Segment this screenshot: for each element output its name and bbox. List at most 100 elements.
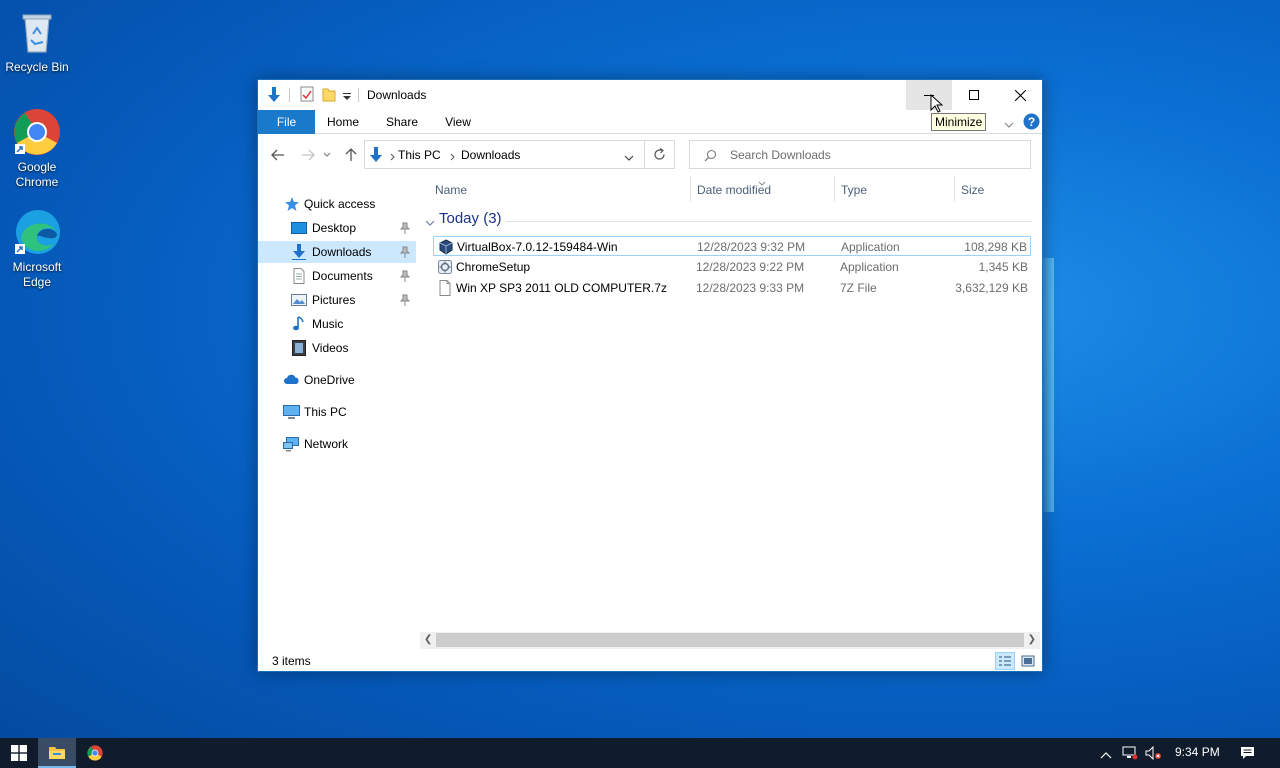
nav-item-documents[interactable]: Documents — [258, 265, 416, 287]
group-header-today[interactable]: Today (3) — [439, 210, 502, 227]
nav-label: Pictures — [312, 293, 356, 307]
file-row-virtualbox[interactable]: VirtualBox-7.0.12-159484-Win 12/28/2023 … — [433, 236, 1031, 256]
column-header-date-modified[interactable]: Date modified — [691, 176, 834, 202]
horizontal-scrollbar[interactable]: ❮ ❯ — [420, 632, 1040, 649]
group-divider — [506, 221, 1032, 222]
new-folder-icon[interactable] — [322, 86, 336, 105]
scroll-left-icon[interactable]: ❮ — [424, 634, 432, 645]
column-header-size[interactable]: Size — [955, 176, 1032, 202]
desktop-folder-icon — [291, 220, 307, 236]
close-button[interactable] — [997, 80, 1043, 110]
desktop-icon-label: Microsoft Edge — [12, 260, 62, 289]
volume-muted-icon[interactable] — [1145, 745, 1163, 763]
videos-icon — [291, 340, 307, 356]
nav-label: Downloads — [312, 245, 372, 259]
status-bar: 3 items — [258, 651, 1042, 672]
file-icon — [437, 280, 453, 296]
refresh-button[interactable] — [645, 140, 675, 169]
windows-logo-icon — [11, 745, 27, 761]
file-size: 1,345 KB — [978, 260, 1028, 274]
file-name: ChromeSetup — [456, 260, 531, 274]
file-row-winxp-7z[interactable]: Win XP SP3 2011 OLD COMPUTER.7z 12/28/20… — [433, 278, 1031, 298]
desktop-icon-microsoft-edge[interactable]: Microsoft Edge — [0, 208, 74, 290]
breadcrumb-this-pc[interactable]: This PC — [398, 148, 441, 162]
nav-label: OneDrive — [304, 373, 355, 387]
nav-label: Documents — [312, 269, 373, 283]
setup-icon — [437, 259, 453, 275]
desktop-icon-label: Google Chrome — [15, 160, 59, 189]
tab-home[interactable]: Home — [321, 110, 365, 134]
nav-label: Desktop — [312, 221, 357, 235]
tab-share[interactable]: Share — [380, 110, 424, 134]
nav-item-network[interactable]: Network — [258, 433, 416, 455]
file-name: Win XP SP3 2011 OLD COMPUTER.7z — [456, 281, 667, 295]
file-type: Application — [841, 240, 900, 254]
desktop-icon-recycle-bin[interactable]: Recycle Bin — [0, 8, 74, 75]
file-explorer-icon — [49, 746, 65, 759]
nav-item-quick-access[interactable]: Quick access — [258, 193, 416, 215]
address-dropdown-icon[interactable] — [624, 151, 634, 165]
back-button[interactable] — [268, 146, 288, 164]
minimize-tooltip: Minimize — [931, 113, 987, 131]
expand-ribbon-icon[interactable] — [1004, 118, 1014, 132]
column-header-type[interactable]: Type — [835, 176, 954, 202]
file-type: Application — [840, 260, 899, 274]
minimize-button[interactable] — [906, 80, 952, 110]
help-icon[interactable]: ? — [1023, 113, 1040, 133]
documents-icon — [291, 268, 307, 284]
file-size: 3,632,129 KB — [955, 281, 1028, 295]
column-header-label: Date modified — [697, 183, 772, 197]
nav-item-downloads[interactable]: Downloads — [258, 241, 416, 263]
nav-label: This PC — [304, 405, 347, 419]
ribbon-tabs: File Home Share View ? — [258, 110, 1042, 134]
tab-view[interactable]: View — [438, 110, 478, 134]
nav-label: Quick access — [304, 197, 376, 211]
tab-file[interactable]: File — [258, 110, 315, 134]
download-arrow-icon — [291, 244, 307, 260]
nav-item-videos[interactable]: Videos — [258, 337, 416, 359]
pictures-icon — [291, 292, 307, 308]
downloads-arrow-icon — [266, 86, 282, 107]
nav-item-pictures[interactable]: Pictures — [258, 289, 416, 311]
large-icons-view-button[interactable] — [1018, 652, 1038, 670]
maximize-button[interactable] — [951, 80, 997, 110]
computer-icon — [283, 404, 300, 420]
star-icon — [284, 196, 300, 212]
start-button[interactable] — [0, 738, 38, 768]
clock-time[interactable]: 9:34 PM — [1175, 745, 1220, 759]
column-header-label: Type — [841, 183, 868, 197]
nav-item-onedrive[interactable]: OneDrive — [258, 369, 416, 391]
desktop-icon-google-chrome[interactable]: Google Chrome — [0, 108, 74, 190]
properties-icon[interactable] — [300, 86, 314, 105]
search-box[interactable]: Search Downloads — [689, 140, 1031, 169]
recent-locations-dropdown[interactable] — [321, 146, 333, 164]
taskbar: 9:34 PM — [0, 738, 1280, 768]
details-view-button[interactable] — [995, 652, 1015, 670]
cloud-icon — [283, 372, 299, 388]
up-button[interactable] — [341, 146, 361, 164]
svg-text:?: ? — [1028, 115, 1035, 129]
title-bar[interactable]: Downloads — [258, 80, 1043, 113]
customize-toolbar-dropdown-icon[interactable] — [343, 90, 351, 104]
taskbar-chrome[interactable] — [76, 738, 114, 768]
navigation-pane: Quick access Desktop Downloads Documents… — [258, 184, 416, 644]
column-header-name[interactable]: Name — [420, 176, 690, 202]
network-status-icon[interactable] — [1122, 746, 1138, 763]
group-collapse-icon[interactable] — [425, 216, 435, 230]
address-bar[interactable]: This PC Downloads — [364, 140, 645, 169]
file-row-chromesetup[interactable]: ChromeSetup 12/28/2023 9:22 PM Applicati… — [433, 257, 1031, 277]
chevron-right-icon — [390, 150, 395, 164]
nav-item-music[interactable]: Music — [258, 313, 416, 335]
nav-item-this-pc[interactable]: This PC — [258, 401, 416, 423]
action-center-icon[interactable] — [1240, 746, 1255, 763]
file-explorer-window[interactable]: Downloads Minimize File Home Share View … — [257, 79, 1043, 672]
file-name: VirtualBox-7.0.12-159484-Win — [457, 240, 618, 254]
forward-button[interactable] — [298, 146, 318, 164]
scrollbar-thumb[interactable] — [436, 633, 1024, 647]
breadcrumb-downloads[interactable]: Downloads — [461, 148, 520, 162]
taskbar-file-explorer[interactable] — [38, 738, 76, 768]
scroll-right-icon[interactable]: ❯ — [1028, 634, 1036, 645]
downloads-location-icon — [368, 146, 384, 167]
nav-item-desktop[interactable]: Desktop — [258, 217, 416, 239]
show-hidden-icons-icon[interactable] — [1100, 748, 1112, 762]
